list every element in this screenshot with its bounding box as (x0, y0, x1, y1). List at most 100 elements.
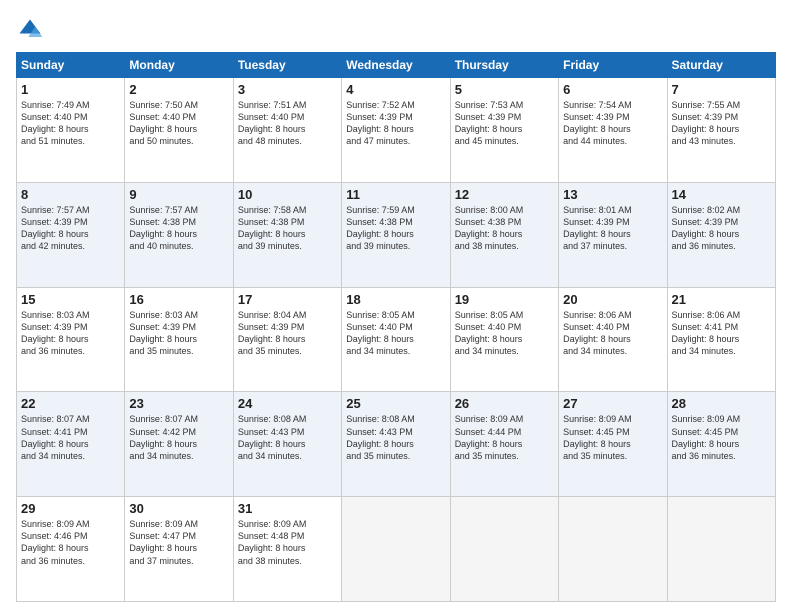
cell-info: Sunrise: 7:55 AMSunset: 4:39 PMDaylight:… (672, 99, 771, 148)
cell-info: Sunrise: 7:59 AMSunset: 4:38 PMDaylight:… (346, 204, 445, 253)
calendar-cell: 27 Sunrise: 8:09 AMSunset: 4:45 PMDayligh… (559, 392, 667, 497)
calendar-cell: 25Sunrise: 8:08 AMSunset: 4:43 PMDayligh… (342, 392, 450, 497)
calendar-cell: 7 Sunrise: 7:55 AMSunset: 4:39 PMDaylight… (667, 78, 775, 183)
day-number: 15 (21, 292, 120, 307)
calendar-cell: 10 Sunrise: 7:58 AMSunset: 4:38 PMDayligh… (233, 182, 341, 287)
calendar-cell: 13 Sunrise: 8:01 AMSunset: 4:39 PMDayligh… (559, 182, 667, 287)
weekday-header-row: SundayMondayTuesdayWednesdayThursdayFrid… (17, 53, 776, 78)
calendar-cell: 20Sunrise: 8:06 AMSunset: 4:40 PMDayligh… (559, 287, 667, 392)
day-number: 12 (455, 187, 554, 202)
day-number: 6 (563, 82, 662, 97)
day-number: 10 (238, 187, 337, 202)
day-number: 26 (455, 396, 554, 411)
day-number: 5 (455, 82, 554, 97)
weekday-header-monday: Monday (125, 53, 233, 78)
calendar-cell: 3Sunrise: 7:51 AMSunset: 4:40 PMDaylight… (233, 78, 341, 183)
cell-info: Sunrise: 7:50 AMSunset: 4:40 PMDaylight:… (129, 99, 228, 148)
day-number: 14 (672, 187, 771, 202)
calendar-cell: 8 Sunrise: 7:57 AMSunset: 4:39 PMDaylight… (17, 182, 125, 287)
weekday-header-sunday: Sunday (17, 53, 125, 78)
day-number: 8 (21, 187, 120, 202)
cell-info: Sunrise: 7:57 AMSunset: 4:38 PMDaylight:… (129, 204, 228, 253)
day-number: 7 (672, 82, 771, 97)
cell-info: Sunrise: 8:05 AMSunset: 4:40 PMDaylight:… (346, 309, 445, 358)
calendar-cell: 2 Sunrise: 7:50 AMSunset: 4:40 PMDaylight… (125, 78, 233, 183)
day-number: 18 (346, 292, 445, 307)
weekday-header-thursday: Thursday (450, 53, 558, 78)
weekday-header-tuesday: Tuesday (233, 53, 341, 78)
logo-icon (16, 16, 44, 44)
cell-info: Sunrise: 7:57 AMSunset: 4:39 PMDaylight:… (21, 204, 120, 253)
cell-info: Sunrise: 8:07 AMSunset: 4:42 PMDaylight:… (129, 413, 228, 462)
calendar-week-row: 15 Sunrise: 8:03 AMSunset: 4:39 PMDayligh… (17, 287, 776, 392)
calendar-cell: 29Sunrise: 8:09 AMSunset: 4:46 PMDayligh… (17, 497, 125, 602)
calendar-cell: 24Sunrise: 8:08 AMSunset: 4:43 PMDayligh… (233, 392, 341, 497)
calendar-week-row: 29Sunrise: 8:09 AMSunset: 4:46 PMDayligh… (17, 497, 776, 602)
cell-info: Sunrise: 8:01 AMSunset: 4:39 PMDaylight:… (563, 204, 662, 253)
calendar-cell: 17 Sunrise: 8:04 AMSunset: 4:39 PMDayligh… (233, 287, 341, 392)
cell-info: Sunrise: 8:07 AMSunset: 4:41 PMDaylight:… (21, 413, 120, 462)
cell-info: Sunrise: 8:06 AMSunset: 4:40 PMDaylight:… (563, 309, 662, 358)
calendar-cell: 26 Sunrise: 8:09 AMSunset: 4:44 PMDayligh… (450, 392, 558, 497)
day-number: 16 (129, 292, 228, 307)
calendar-cell: 9 Sunrise: 7:57 AMSunset: 4:38 PMDaylight… (125, 182, 233, 287)
day-number: 2 (129, 82, 228, 97)
day-number: 19 (455, 292, 554, 307)
cell-info: Sunrise: 8:05 AMSunset: 4:40 PMDaylight:… (455, 309, 554, 358)
cell-info: Sunrise: 8:09 AMSunset: 4:46 PMDaylight:… (21, 518, 120, 567)
calendar-cell (450, 497, 558, 602)
weekday-header-friday: Friday (559, 53, 667, 78)
calendar-cell: 18 Sunrise: 8:05 AMSunset: 4:40 PMDayligh… (342, 287, 450, 392)
calendar-cell: 14 Sunrise: 8:02 AMSunset: 4:39 PMDayligh… (667, 182, 775, 287)
cell-info: Sunrise: 8:04 AMSunset: 4:39 PMDaylight:… (238, 309, 337, 358)
cell-info: Sunrise: 8:02 AMSunset: 4:39 PMDaylight:… (672, 204, 771, 253)
calendar-cell: 23 Sunrise: 8:07 AMSunset: 4:42 PMDayligh… (125, 392, 233, 497)
calendar-cell (559, 497, 667, 602)
calendar-week-row: 8 Sunrise: 7:57 AMSunset: 4:39 PMDaylight… (17, 182, 776, 287)
day-number: 30 (129, 501, 228, 516)
day-number: 25 (346, 396, 445, 411)
day-number: 11 (346, 187, 445, 202)
calendar-cell: 22Sunrise: 8:07 AMSunset: 4:41 PMDayligh… (17, 392, 125, 497)
calendar-cell: 30 Sunrise: 8:09 AMSunset: 4:47 PMDayligh… (125, 497, 233, 602)
calendar-cell: 28Sunrise: 8:09 AMSunset: 4:45 PMDayligh… (667, 392, 775, 497)
day-number: 21 (672, 292, 771, 307)
day-number: 4 (346, 82, 445, 97)
header (16, 16, 776, 44)
day-number: 17 (238, 292, 337, 307)
calendar-week-row: 22Sunrise: 8:07 AMSunset: 4:41 PMDayligh… (17, 392, 776, 497)
cell-info: Sunrise: 8:09 AMSunset: 4:44 PMDaylight:… (455, 413, 554, 462)
day-number: 23 (129, 396, 228, 411)
calendar-cell: 15 Sunrise: 8:03 AMSunset: 4:39 PMDayligh… (17, 287, 125, 392)
calendar-cell: 6Sunrise: 7:54 AMSunset: 4:39 PMDaylight… (559, 78, 667, 183)
day-number: 27 (563, 396, 662, 411)
day-number: 9 (129, 187, 228, 202)
cell-info: Sunrise: 8:09 AMSunset: 4:45 PMDaylight:… (672, 413, 771, 462)
cell-info: Sunrise: 8:03 AMSunset: 4:39 PMDaylight:… (129, 309, 228, 358)
calendar-cell: 12Sunrise: 8:00 AMSunset: 4:38 PMDayligh… (450, 182, 558, 287)
page: SundayMondayTuesdayWednesdayThursdayFrid… (0, 0, 792, 612)
calendar-cell: 31 Sunrise: 8:09 AMSunset: 4:48 PMDayligh… (233, 497, 341, 602)
calendar-cell (342, 497, 450, 602)
calendar-cell: 16 Sunrise: 8:03 AMSunset: 4:39 PMDayligh… (125, 287, 233, 392)
calendar-table: SundayMondayTuesdayWednesdayThursdayFrid… (16, 52, 776, 602)
calendar-cell: 5 Sunrise: 7:53 AMSunset: 4:39 PMDaylight… (450, 78, 558, 183)
day-number: 1 (21, 82, 120, 97)
calendar-week-row: 1 Sunrise: 7:49 AMSunset: 4:40 PMDaylight… (17, 78, 776, 183)
weekday-header-saturday: Saturday (667, 53, 775, 78)
cell-info: Sunrise: 8:09 AMSunset: 4:45 PMDaylight:… (563, 413, 662, 462)
cell-info: Sunrise: 7:58 AMSunset: 4:38 PMDaylight:… (238, 204, 337, 253)
cell-info: Sunrise: 8:03 AMSunset: 4:39 PMDaylight:… (21, 309, 120, 358)
cell-info: Sunrise: 7:53 AMSunset: 4:39 PMDaylight:… (455, 99, 554, 148)
cell-info: Sunrise: 7:49 AMSunset: 4:40 PMDaylight:… (21, 99, 120, 148)
cell-info: Sunrise: 7:52 AMSunset: 4:39 PMDaylight:… (346, 99, 445, 148)
day-number: 24 (238, 396, 337, 411)
calendar-cell: 21 Sunrise: 8:06 AMSunset: 4:41 PMDayligh… (667, 287, 775, 392)
day-number: 13 (563, 187, 662, 202)
calendar-cell: 11 Sunrise: 7:59 AMSunset: 4:38 PMDayligh… (342, 182, 450, 287)
day-number: 31 (238, 501, 337, 516)
calendar-cell (667, 497, 775, 602)
cell-info: Sunrise: 8:06 AMSunset: 4:41 PMDaylight:… (672, 309, 771, 358)
cell-info: Sunrise: 8:09 AMSunset: 4:47 PMDaylight:… (129, 518, 228, 567)
cell-info: Sunrise: 8:09 AMSunset: 4:48 PMDaylight:… (238, 518, 337, 567)
